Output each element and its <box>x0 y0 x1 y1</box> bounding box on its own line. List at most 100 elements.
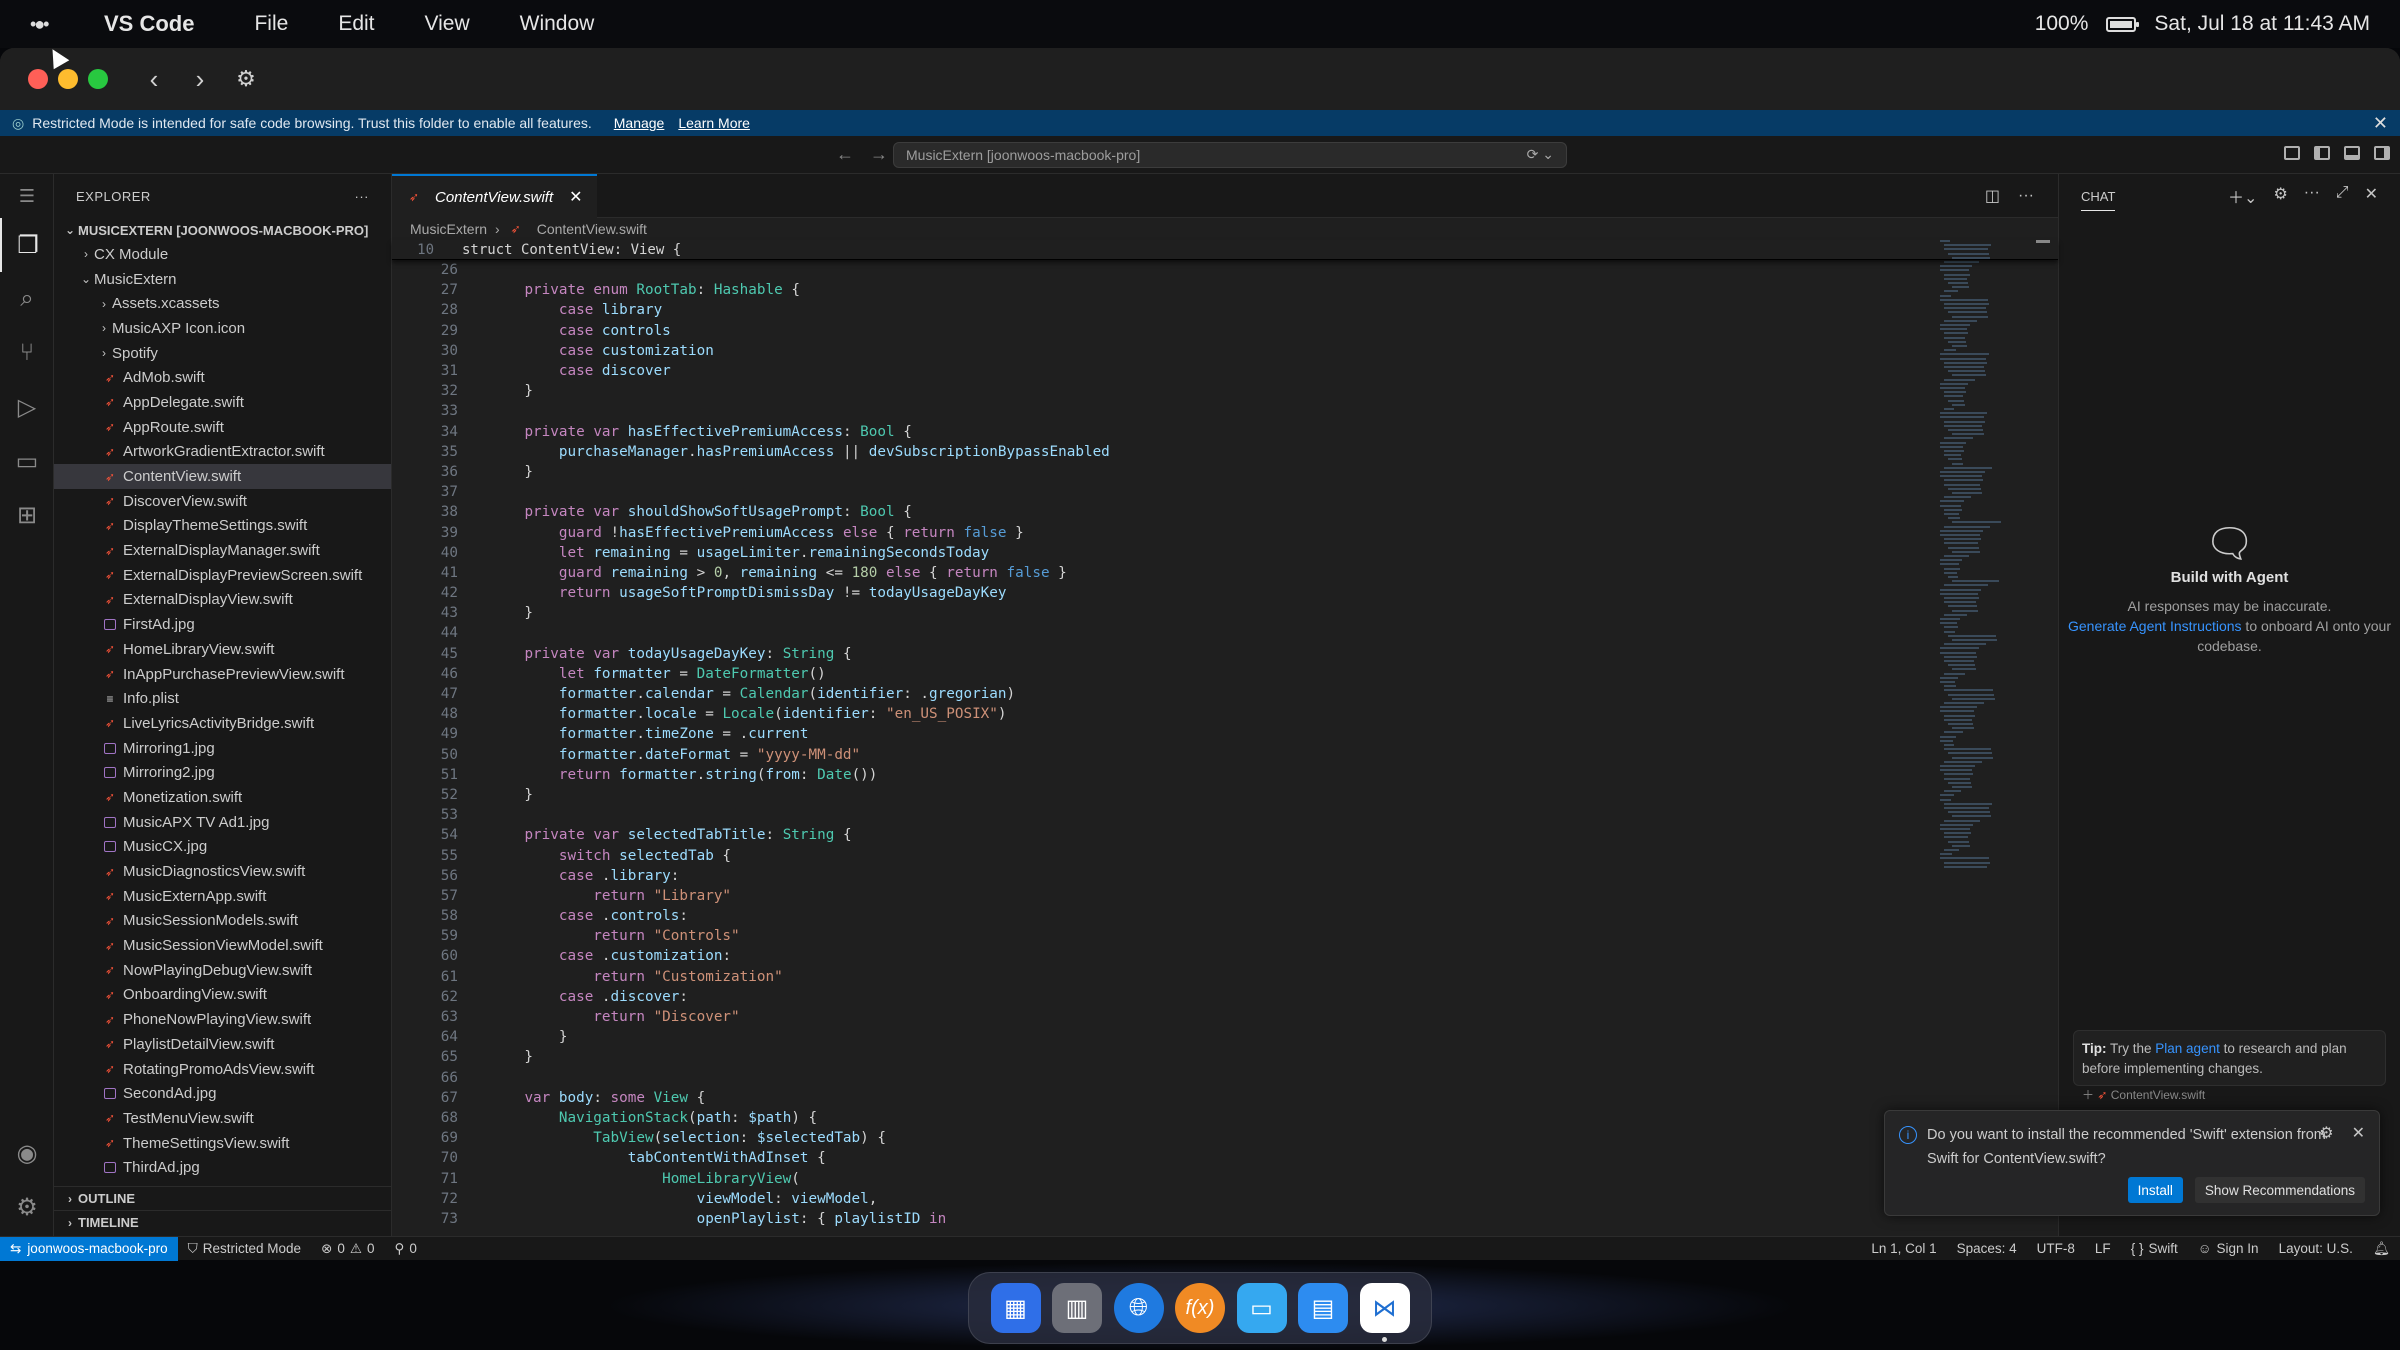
code-line[interactable]: 40 let remaining = usageLimiter.remainin… <box>392 543 2058 563</box>
code-line[interactable]: 72 viewModel: viewModel, <box>392 1189 2058 1209</box>
tree-item[interactable]: ➶ ExternalDisplayManager.swift <box>54 538 391 563</box>
plan-agent-link[interactable]: Plan agent <box>2155 1041 2220 1056</box>
code-line[interactable]: 73 openPlaylist: { playlistID in <box>392 1209 2058 1229</box>
menu-window[interactable]: Window <box>520 12 595 36</box>
code-line[interactable]: 45 private var todayUsageDayKey: String … <box>392 644 2058 664</box>
tree-item[interactable]: › MusicAXP Icon.icon <box>54 316 391 341</box>
forward-icon[interactable]: › <box>190 64 210 95</box>
end-of-line[interactable]: LF <box>2085 1241 2121 1257</box>
tree-item[interactable]: ➶ NowPlayingDebugView.swift <box>54 958 391 983</box>
control-center-icon[interactable]: •●• <box>30 14 64 35</box>
document-icon[interactable]: ▤ <box>1298 1283 1348 1333</box>
code-line[interactable]: 39 guard !hasEffectivePremiumAccess else… <box>392 522 2058 542</box>
toast-close-icon[interactable]: ✕ <box>2352 1123 2365 1143</box>
tree-item[interactable]: ➶ AdMob.swift <box>54 365 391 390</box>
launchpad-icon[interactable]: ▦ <box>990 1283 1041 1333</box>
tree-item[interactable]: ➶ Monetization.swift <box>54 785 391 810</box>
learn-more-link[interactable]: Learn More <box>678 115 750 131</box>
code-line[interactable]: 68 NavigationStack(path: $path) { <box>392 1108 2058 1128</box>
run-debug-icon[interactable]: ▷ <box>0 380 54 434</box>
tree-item[interactable]: › Assets.xcassets <box>54 291 391 316</box>
code-line[interactable]: 37 <box>392 482 2058 502</box>
manage-gear-icon[interactable]: ⚙ <box>0 1180 54 1234</box>
code-line[interactable]: 64 } <box>392 1027 2058 1047</box>
zoom-window-button[interactable] <box>88 69 108 89</box>
vscode-app-icon[interactable]: ⋈ <box>1359 1283 1410 1342</box>
source-control-icon[interactable]: ⑂ <box>0 326 54 380</box>
tree-item[interactable]: FirstAd.jpg <box>54 612 391 637</box>
show-recommendations-button[interactable]: Show Recommendations <box>2194 1177 2365 1203</box>
language-mode[interactable]: { } Swift <box>2121 1241 2188 1257</box>
account-icon[interactable]: ◉ <box>0 1126 54 1180</box>
tree-item[interactable]: ➶ ExternalDisplayView.swift <box>54 588 391 613</box>
menu-edit[interactable]: Edit <box>338 12 374 36</box>
sign-in[interactable]: ☺ Sign In <box>2188 1241 2269 1257</box>
problems-status[interactable]: ⊗ 0 ⚠ 0 <box>311 1241 384 1257</box>
tree-item[interactable]: ➶ PhoneNowPlayingView.swift <box>54 1007 391 1032</box>
minimap[interactable] <box>1936 240 2026 900</box>
code-line[interactable]: 70 tabContentWithAdInset { <box>392 1148 2058 1168</box>
code-line[interactable]: 54 private var selectedTabTitle: String … <box>392 825 2058 845</box>
code-line[interactable]: 41 guard remaining > 0, remaining <= 180… <box>392 563 2058 583</box>
new-chat-icon[interactable]: ＋⌄ <box>2228 184 2257 208</box>
settings-gear-icon[interactable]: ⚙ <box>236 66 256 92</box>
code-line[interactable]: 66 <box>392 1068 2058 1088</box>
nav-forward-icon[interactable]: → <box>870 144 888 165</box>
clock[interactable]: Sat, Jul 18 at 11:43 AM <box>2154 12 2370 36</box>
ports-status[interactable]: ⚲ 0 <box>385 1241 427 1257</box>
close-tab-icon[interactable]: ✕ <box>569 187 582 207</box>
chat-more-icon[interactable]: ··· <box>2304 184 2320 208</box>
tree-item[interactable]: ➶ MusicDiagnosticsView.swift <box>54 859 391 884</box>
code-line[interactable]: 30 case customization <box>392 341 2058 361</box>
code-line[interactable]: 62 case .discover: <box>392 987 2058 1007</box>
code-line[interactable]: 50 formatter.dateFormat = "yyyy-MM-dd" <box>392 745 2058 765</box>
menu-icon[interactable]: ☰ <box>0 174 54 218</box>
code-line[interactable]: 36 } <box>392 462 2058 482</box>
code-line[interactable]: 38 private var shouldShowSoftUsagePrompt… <box>392 502 2058 522</box>
tree-item[interactable]: › CX Module <box>54 242 391 267</box>
tree-item[interactable]: ➶ HomeLibraryView.swift <box>54 637 391 662</box>
chat-settings-icon[interactable]: ⚙ <box>2273 184 2287 208</box>
code-line[interactable]: 26 <box>392 260 2058 280</box>
tree-item[interactable]: SecondAd.jpg <box>54 1081 391 1106</box>
close-icon[interactable]: ✕ <box>2365 184 2378 208</box>
tree-item[interactable]: ≡ Info.plist <box>54 686 391 711</box>
code-line[interactable]: 58 case .controls: <box>392 906 2058 926</box>
tree-item[interactable]: ➶ DiscoverView.swift <box>54 489 391 514</box>
tree-item[interactable]: Mirroring1.jpg <box>54 736 391 761</box>
extensions-icon[interactable]: ⊞ <box>0 488 54 542</box>
toggle-panel-icon[interactable] <box>2344 146 2360 160</box>
tree-item[interactable]: ➶ PlaylistDetailView.swift <box>54 1032 391 1057</box>
restricted-mode-status[interactable]: ⛉ Restricted Mode <box>178 1241 311 1257</box>
tree-item[interactable]: ➶ MusicExternApp.swift <box>54 884 391 909</box>
tree-item[interactable]: ➶ RotatingPromoAdsView.swift <box>54 1057 391 1082</box>
code-line[interactable]: 27 private enum RootTab: Hashable { <box>392 280 2058 300</box>
tree-item[interactable]: MusicCX.jpg <box>54 835 391 860</box>
code-line[interactable]: 61 return "Customization" <box>392 967 2058 987</box>
cursor-position[interactable]: Ln 1, Col 1 <box>1861 1241 1946 1257</box>
command-center-input[interactable]: MusicExtern [joonwoos-macbook-pro] ⟳ ⌄ <box>893 141 1567 168</box>
close-icon[interactable]: ✕ <box>2373 113 2388 134</box>
tab-contentview[interactable]: ➶ ContentView.swift ✕ <box>392 174 597 218</box>
battery-icon[interactable] <box>2106 16 2140 32</box>
browser-globe-icon[interactable]: 🌐︎ <box>1113 1283 1164 1333</box>
code-line[interactable]: 57 return "Library" <box>392 886 2058 906</box>
breadcrumb-file[interactable]: ContentView.swift <box>537 221 647 237</box>
toast-settings-gear-icon[interactable]: ⚙ <box>2319 1123 2333 1143</box>
install-button[interactable]: Install <box>2127 1177 2183 1203</box>
copilot-icon[interactable]: ⟳ ⌄ <box>1527 146 1554 163</box>
toggle-secondary-sidebar-icon[interactable] <box>2374 146 2390 160</box>
code-line[interactable]: 63 return "Discover" <box>392 1007 2058 1027</box>
menu-view[interactable]: View <box>425 12 470 36</box>
code-line[interactable]: 44 <box>392 623 2058 643</box>
remote-explorer-icon[interactable]: ▭ <box>0 434 54 488</box>
code-line[interactable]: 65 } <box>392 1047 2058 1067</box>
code-line[interactable]: 32 } <box>392 381 2058 401</box>
code-line[interactable]: 43 } <box>392 603 2058 623</box>
tree-item[interactable]: › Spotify <box>54 341 391 366</box>
code-line[interactable]: 48 formatter.locale = Locale(identifier:… <box>392 704 2058 724</box>
chat-title[interactable]: CHAT <box>2081 181 2116 211</box>
menu-file[interactable]: File <box>254 12 288 36</box>
stage-manager-icon[interactable]: ▥ <box>1052 1283 1102 1333</box>
breadcrumb-folder[interactable]: MusicExtern <box>410 221 487 237</box>
